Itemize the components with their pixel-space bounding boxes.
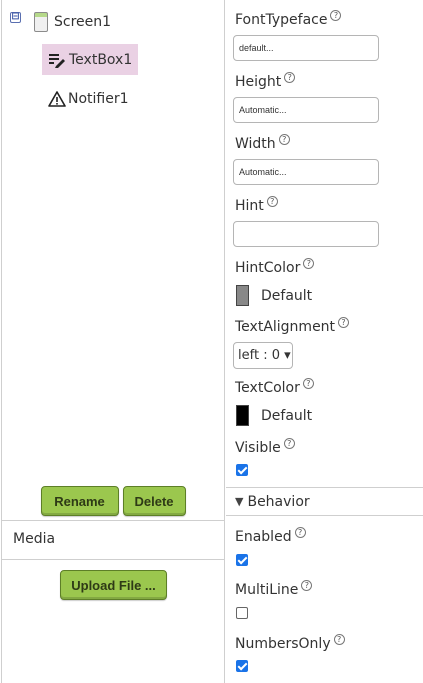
multiline-checkbox[interactable] — [236, 607, 248, 619]
property-label-height: Height? — [235, 72, 296, 90]
hint-input[interactable] — [233, 221, 379, 247]
property-label-textcolor: TextColor? — [235, 378, 314, 396]
property-label-text: HintColor — [235, 260, 301, 276]
property-label-fonttypeface: FontTypeface? — [235, 10, 342, 28]
tree-item-textbox1[interactable]: TextBox1 — [42, 44, 138, 75]
property-label-text: Enabled — [235, 529, 292, 545]
property-label-enabled: Enabled? — [235, 527, 306, 545]
tree-item-label: Screen1 — [54, 14, 112, 30]
tree-item-label: TextBox1 — [69, 51, 133, 68]
property-label-hint: Hint? — [235, 196, 278, 214]
fonttypeface-field[interactable]: default... — [233, 35, 379, 61]
property-label-text: NumbersOnly — [235, 636, 331, 652]
hintcolor-picker[interactable]: Default — [236, 285, 312, 306]
color-swatch — [236, 285, 249, 306]
textalignment-select[interactable]: left : 0 ▾ — [233, 342, 293, 369]
property-label-text: TextColor — [235, 380, 300, 396]
visible-checkbox[interactable] — [236, 464, 248, 476]
warning-icon — [48, 90, 66, 108]
width-field[interactable]: Automatic... — [233, 159, 379, 185]
tree-item-notifier1[interactable]: Notifier1 — [48, 84, 129, 114]
help-icon[interactable]: ? — [330, 10, 342, 21]
property-label-textalignment: TextAlignment? — [235, 317, 350, 335]
components-panel: ⊟ Screen1 TextBox1 Notifier1 Rename Dele… — [1, 0, 225, 683]
help-icon[interactable]: ? — [333, 634, 345, 645]
collapse-toggle-icon[interactable]: ⊟ — [10, 12, 21, 23]
behavior-section-header[interactable]: ▼ Behavior — [226, 487, 423, 516]
help-icon[interactable]: ? — [338, 317, 350, 328]
help-icon[interactable]: ? — [266, 196, 278, 207]
divider — [2, 559, 224, 560]
property-label-text: Visible — [235, 440, 281, 456]
height-field[interactable]: Automatic... — [233, 97, 379, 123]
tree-item-label: Notifier1 — [68, 91, 129, 107]
property-label-numbersonly: NumbersOnly? — [235, 634, 345, 652]
media-title: Media — [13, 531, 56, 547]
rename-button[interactable]: Rename — [40, 486, 119, 516]
textcolor-picker[interactable]: Default — [236, 405, 312, 426]
divider — [2, 520, 224, 521]
property-label-text: TextAlignment — [235, 319, 336, 335]
help-icon[interactable]: ? — [303, 258, 315, 269]
section-title: Behavior — [247, 493, 310, 510]
help-icon[interactable]: ? — [278, 134, 290, 145]
property-label-text: Hint — [235, 198, 264, 214]
textbox-icon — [48, 51, 66, 69]
color-value: Default — [261, 407, 313, 424]
color-value: Default — [261, 287, 313, 304]
help-icon[interactable]: ? — [284, 72, 296, 83]
upload-file-button[interactable]: Upload File ... — [60, 570, 167, 600]
help-icon[interactable]: ? — [294, 527, 306, 538]
help-icon[interactable]: ? — [283, 438, 295, 449]
enabled-checkbox[interactable] — [236, 554, 248, 566]
numbersonly-checkbox[interactable] — [236, 660, 248, 672]
tree-item-screen1[interactable]: Screen1 — [34, 7, 111, 37]
property-label-text: FontTypeface — [235, 12, 328, 28]
help-icon[interactable]: ? — [302, 378, 314, 389]
property-label-text: Height — [235, 74, 282, 90]
color-swatch — [236, 405, 249, 426]
property-label-width: Width? — [235, 134, 290, 152]
delete-button[interactable]: Delete — [122, 486, 186, 516]
property-label-text: MultiLine — [235, 582, 299, 598]
property-label-text: Width — [235, 136, 276, 152]
property-label-multiline: MultiLine? — [235, 580, 313, 598]
component-actions: Rename Delete — [2, 486, 224, 516]
help-icon[interactable]: ? — [301, 580, 313, 591]
collapse-triangle-icon: ▼ — [235, 495, 244, 508]
properties-panel: FontTypeface? default... Height? Automat… — [226, 0, 423, 683]
screen-icon — [34, 12, 48, 32]
property-label-visible: Visible? — [235, 438, 295, 456]
property-label-hintcolor: HintColor? — [235, 258, 315, 276]
